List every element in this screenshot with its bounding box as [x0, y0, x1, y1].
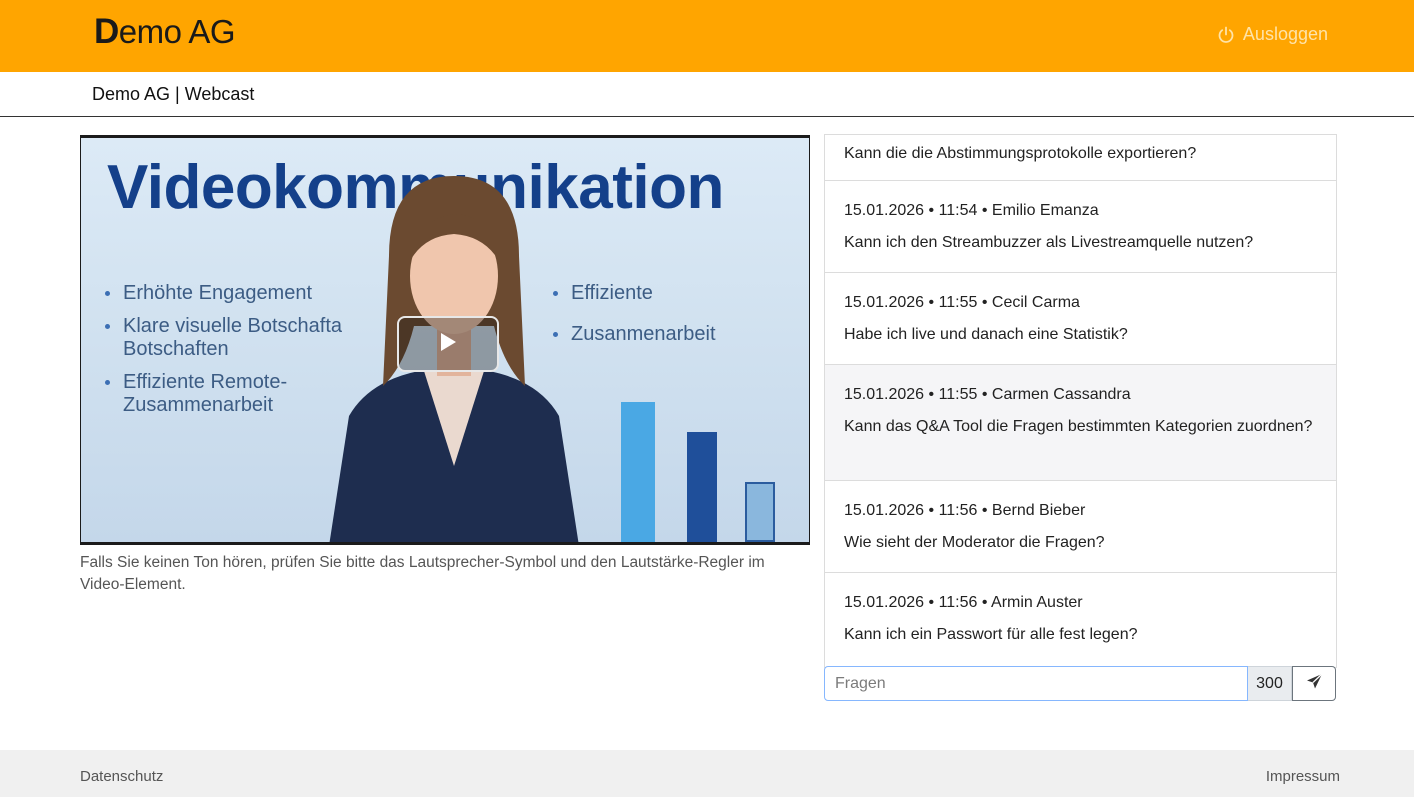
- sub-header: Demo AG | Webcast: [0, 72, 1414, 117]
- question-input-group: 300: [824, 666, 1336, 701]
- question-meta: 15.01.2026 • 11:55 • Cecil Carma: [844, 294, 1080, 311]
- play-icon: [439, 332, 457, 357]
- building-graphic: [621, 402, 655, 542]
- question-item: 15.01.2026 • 11:54 • Emilio Emanza Kann …: [825, 181, 1336, 273]
- play-button[interactable]: [397, 316, 499, 372]
- question-item: 15.01.2026 • 11:56 • Bernd Bieber Wie si…: [825, 481, 1336, 573]
- imprint-link[interactable]: Impressum: [1266, 768, 1340, 785]
- question-item: 15.01.2026 • 11:55 • Cecil Carma Habe ic…: [825, 273, 1336, 365]
- question-input[interactable]: [824, 666, 1248, 701]
- video-player[interactable]: Videokommunikation Erhöhte Engagement Kl…: [80, 135, 810, 545]
- privacy-link[interactable]: Datenschutz: [80, 768, 163, 785]
- audio-hint: Falls Sie keinen Ton hören, prüfen Sie b…: [80, 554, 765, 593]
- top-header: Demo AG Ausloggen: [0, 0, 1414, 72]
- building-graphic: [745, 482, 775, 542]
- question-item: Kann die die Abstimmungsprotokolle expor…: [825, 135, 1336, 181]
- logout-button[interactable]: Ausloggen: [1217, 24, 1328, 45]
- question-text: Kann ich ein Passwort für alle fest lege…: [844, 626, 1138, 643]
- building-graphic: [687, 432, 717, 542]
- send-icon: [1306, 673, 1323, 695]
- questions-list[interactable]: Kann die die Abstimmungsprotokolle expor…: [824, 134, 1337, 668]
- question-item: 15.01.2026 • 11:56 • Armin Auster Kann i…: [825, 573, 1336, 665]
- logout-label: Ausloggen: [1242, 24, 1328, 44]
- page-title: Demo AG | Webcast: [92, 84, 255, 104]
- question-item: 15.01.2026 • 11:55 • Carmen Cassandra Ka…: [825, 365, 1336, 481]
- power-icon: [1217, 26, 1235, 44]
- question-meta: 15.01.2026 • 11:54 • Emilio Emanza: [844, 202, 1099, 219]
- question-text: Wie sieht der Moderator die Fragen?: [844, 534, 1105, 551]
- question-text: Habe ich live und danach eine Statistik?: [844, 326, 1128, 343]
- question-text: Kann ich den Streambuzzer als Livestream…: [844, 234, 1254, 251]
- question-text: Kann das Q&A Tool die Fragen bestimmten …: [844, 418, 1313, 435]
- question-meta: 15.01.2026 • 11:56 • Armin Auster: [844, 594, 1083, 611]
- send-button[interactable]: [1292, 666, 1336, 701]
- video-frame: Videokommunikation Erhöhte Engagement Kl…: [81, 138, 809, 542]
- company-logo[interactable]: Demo AG: [94, 12, 236, 52]
- char-counter: 300: [1248, 666, 1292, 701]
- question-text: Kann die die Abstimmungsprotokolle expor…: [844, 145, 1197, 162]
- question-meta: 15.01.2026 • 11:55 • Carmen Cassandra: [844, 386, 1131, 403]
- question-meta: 15.01.2026 • 11:56 • Bernd Bieber: [844, 502, 1086, 519]
- page-footer: Datenschutz Impressum: [0, 750, 1414, 797]
